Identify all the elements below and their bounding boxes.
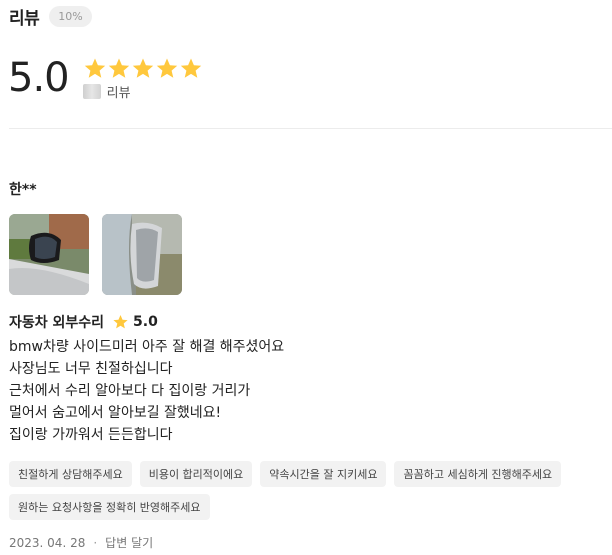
service-name: 자동차 외부수리 [9,315,105,331]
star-icon [84,58,105,78]
review-photo-1[interactable] [9,214,89,295]
review-line: 멀어서 숨고에서 알아보길 잘했네요! [9,405,222,421]
review-tag: 친절하게 상담해주세요 [9,461,132,487]
review-tag: 비용이 합리적이에요 [139,461,253,487]
review-tags: 친절하게 상담해주세요 비용이 합리적이에요 약속시간을 잘 지키세요 꼼꼼하고… [9,461,609,527]
review-count-blurred [82,84,101,99]
review-photo-2[interactable] [102,214,182,295]
review-photos [9,214,195,295]
rating-stars [83,57,203,80]
review-date: 2023. 04. 28 [9,535,86,550]
review-tag: 원하는 요청사항을 정확히 반영해주세요 [9,494,210,520]
review-line: bmw차량 사이드미러 아주 잘 해결 해주셨어요 [9,339,285,355]
review-line: 집이랑 가까워서 든든합니다 [9,427,173,443]
service-score: 5.0 [133,314,158,330]
review-count-label: 리뷰 [106,86,131,101]
review-tag: 약속시간을 잘 지키세요 [260,461,387,487]
footer-separator: · [93,535,98,550]
star-icon [156,58,177,78]
service-rating-row: 자동차 외부수리 5.0 [9,312,158,332]
star-icon [132,58,153,78]
review-footer: 2023. 04. 28 · 답변 달기 [9,534,153,551]
review-tag: 꼼꼼하고 세심하게 진행해주세요 [394,461,562,487]
section-divider [9,128,612,129]
average-rating: 5.0 [8,55,70,101]
star-icon [180,58,201,78]
review-line: 근처에서 수리 알아보다 다 집이랑 거리가 [9,383,251,399]
reviewer-name: 한** [9,182,37,198]
reply-button[interactable]: 답변 달기 [105,534,153,551]
star-icon [108,58,129,78]
review-body: bmw차량 사이드미러 아주 잘 해결 해주셨어요 사장님도 너무 친절하십니다… [9,336,284,446]
review-line: 사장님도 너무 친절하십니다 [9,361,173,377]
reviews-percent-badge: 10% [49,6,92,27]
star-icon [113,315,128,329]
rating-summary: 5.0 리뷰 [8,54,203,102]
reviews-title: 리뷰 [9,9,40,29]
reviews-header: 리뷰 10% [9,4,92,29]
